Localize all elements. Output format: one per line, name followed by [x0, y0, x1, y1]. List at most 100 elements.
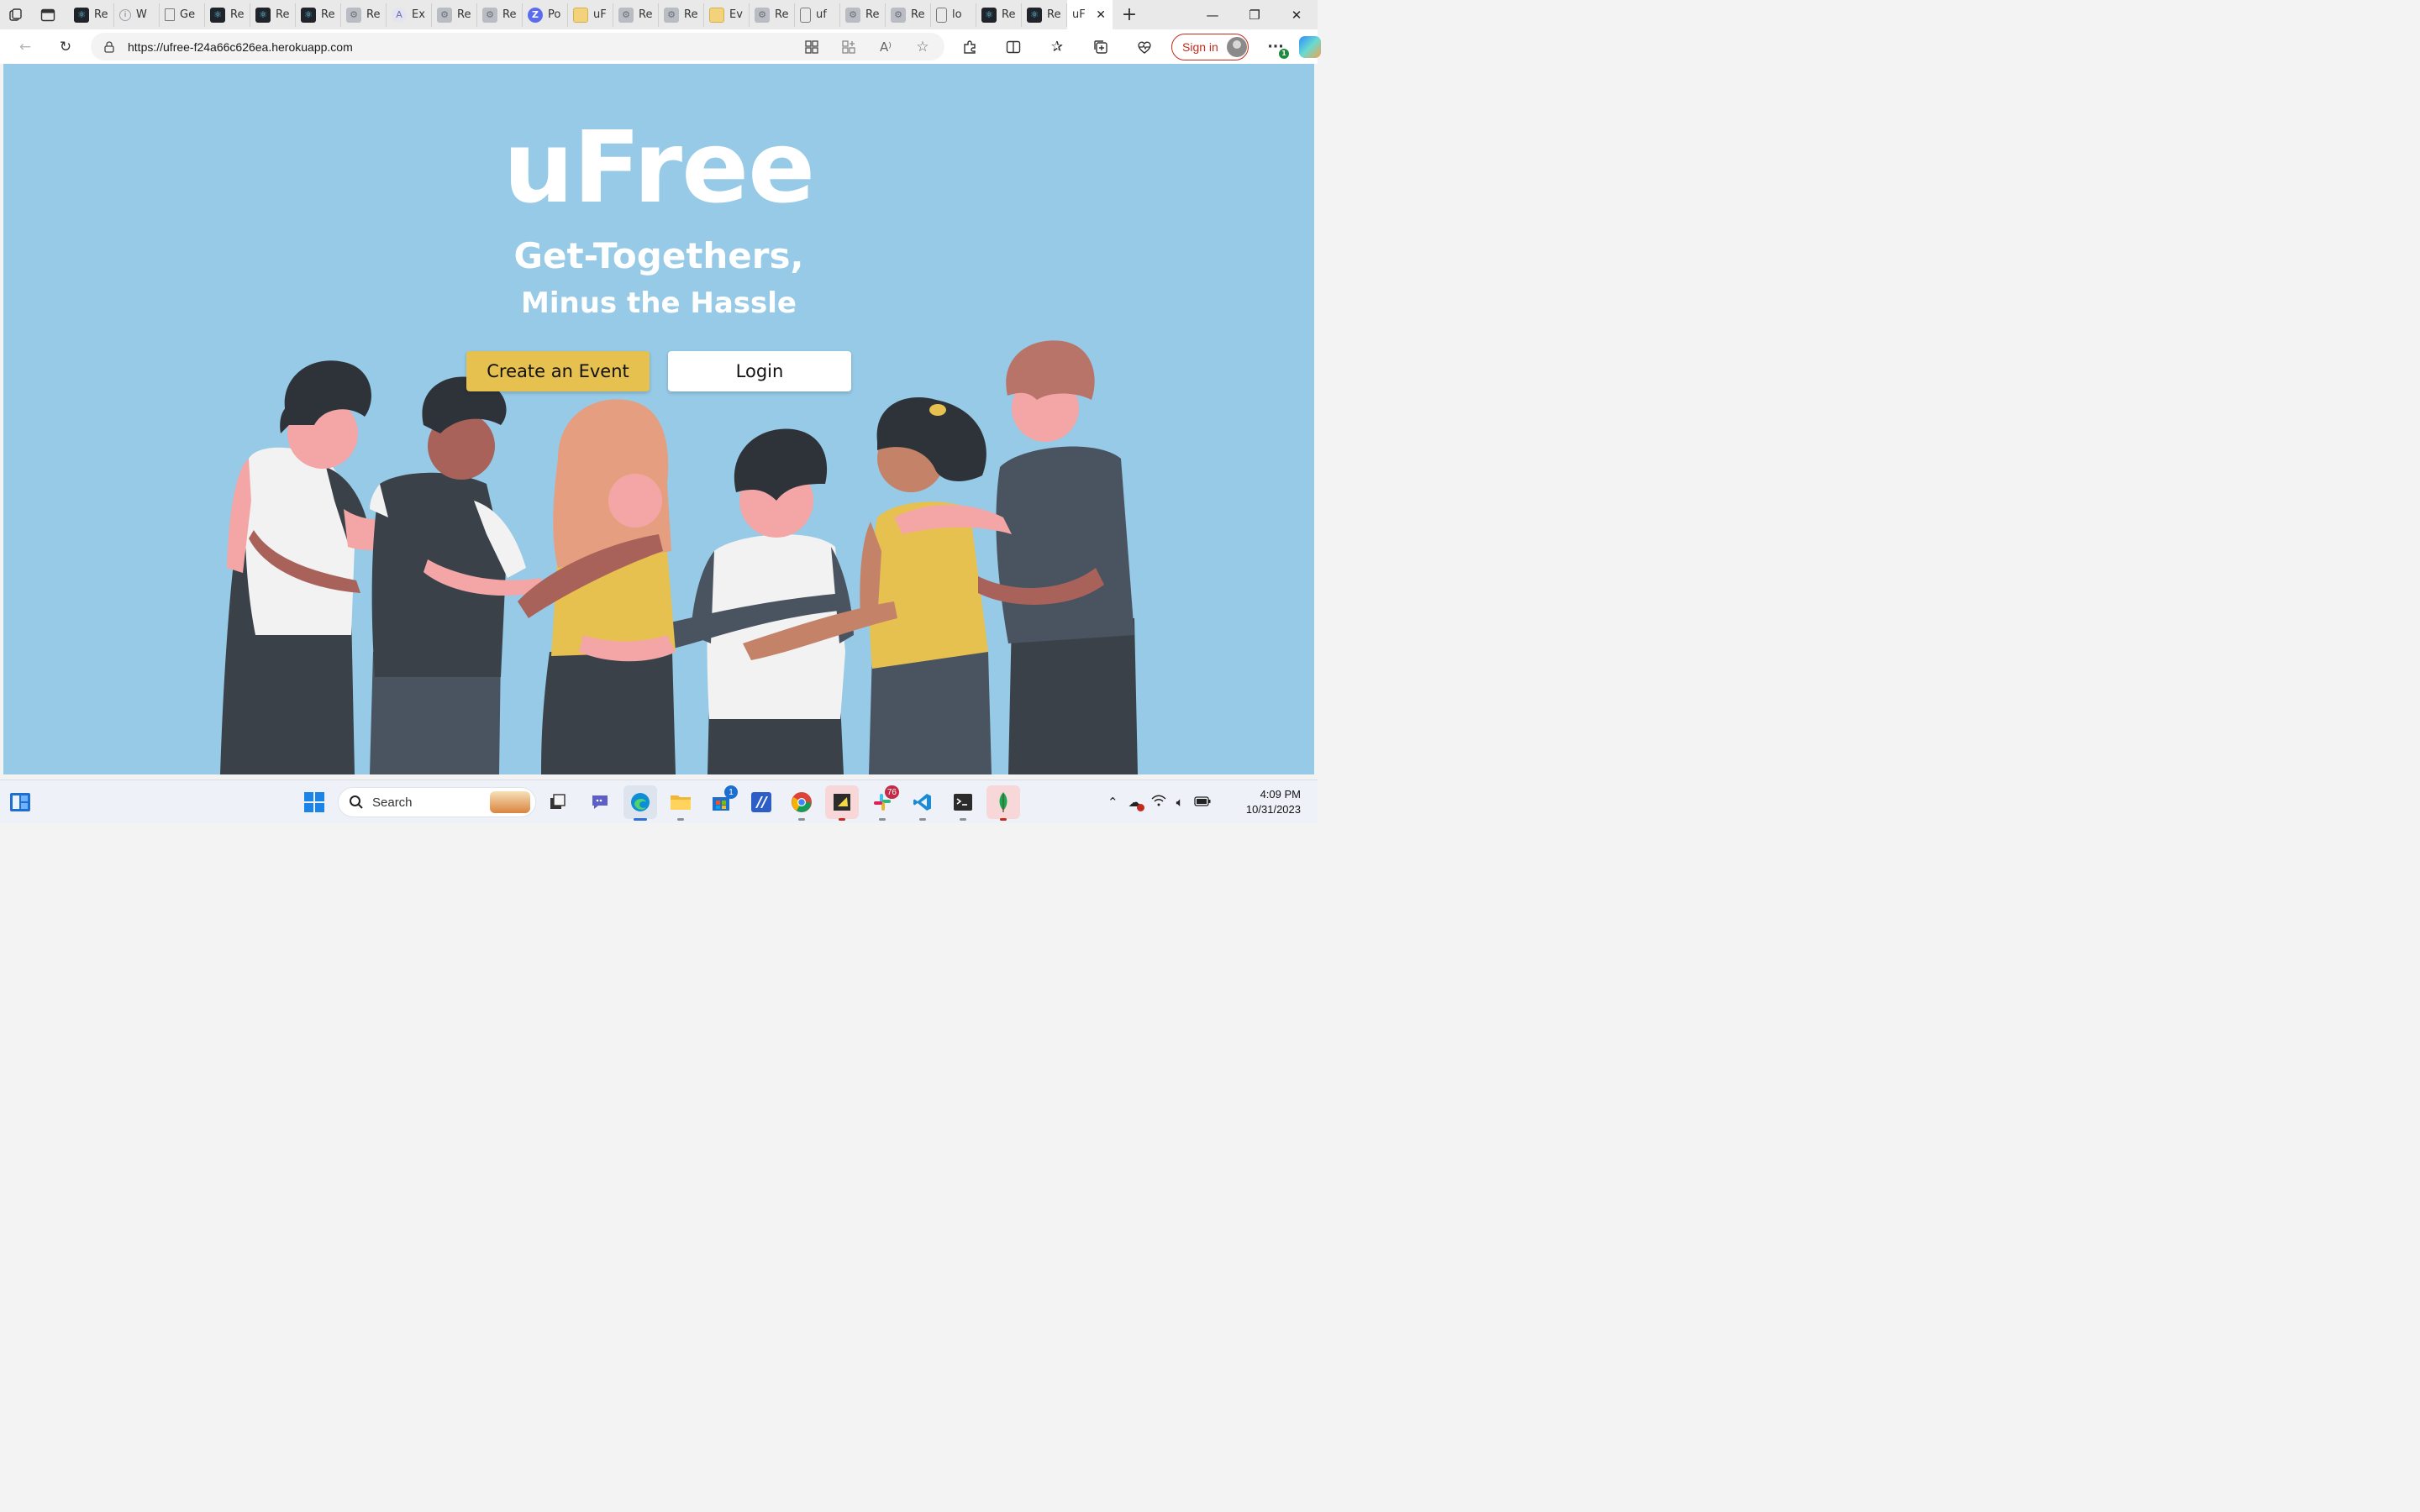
chrome-icon[interactable]: [785, 785, 818, 821]
browser-tab[interactable]: iW: [114, 3, 160, 27]
favorites-icon[interactable]: ✰: [1042, 34, 1072, 60]
tab-label: Re: [502, 8, 517, 21]
vscode-icon[interactable]: [906, 785, 939, 821]
clock-time: 4:09 PM: [1260, 788, 1301, 801]
running-indicator: [879, 818, 886, 821]
collections-icon[interactable]: [1086, 34, 1116, 60]
browser-essentials-icon[interactable]: [1129, 34, 1160, 60]
chevron-up-icon[interactable]: ⌃: [1107, 795, 1118, 810]
refresh-icon[interactable]: ↻: [50, 34, 81, 60]
teams-chat-icon[interactable]: [583, 785, 617, 819]
volume-icon[interactable]: 🔈︎: [1176, 795, 1184, 810]
start-windows-icon[interactable]: [297, 785, 331, 819]
close-window-icon[interactable]: ✕: [1276, 0, 1318, 29]
info-icon: i: [119, 8, 131, 21]
browser-tab[interactable]: ⚙ Re: [432, 3, 477, 27]
page-title: uFree: [502, 109, 815, 225]
clock[interactable]: 4:09 PM 10/31/2023: [1246, 787, 1301, 817]
vertical-tabs-icon[interactable]: [32, 0, 64, 29]
running-indicator: [677, 818, 684, 821]
address-bar[interactable]: https://ufree-f24a66c626ea.herokuapp.com…: [91, 33, 944, 60]
tab-label: Re: [321, 8, 335, 21]
browser-tab[interactable]: ⚙ Re: [840, 3, 886, 27]
wifi-icon[interactable]: [1151, 795, 1166, 810]
browser-tab[interactable]: lo: [931, 3, 976, 27]
copilot-icon[interactable]: [1299, 35, 1321, 58]
browser-tab[interactable]: ⚙ Re: [886, 3, 931, 27]
close-tab-icon[interactable]: ✕: [1096, 8, 1106, 22]
workspaces-icon[interactable]: [0, 0, 32, 29]
browser-tab[interactable]: ⚛ Re: [69, 3, 114, 27]
lock-icon[interactable]: [91, 40, 128, 53]
terminal-icon[interactable]: [946, 785, 980, 821]
minimize-icon[interactable]: —: [1192, 0, 1234, 29]
widgets-icon[interactable]: [3, 785, 37, 819]
active-tab-label: uF: [1072, 8, 1086, 21]
browser-tab[interactable]: ⚛ Re: [296, 3, 341, 27]
browser-tab[interactable]: uf: [795, 3, 840, 27]
search-placeholder: Search: [372, 795, 413, 810]
taskbar-search-box[interactable]: Search: [338, 787, 536, 817]
gear-icon: ⚙: [664, 7, 679, 23]
restore-icon[interactable]: ❐: [1234, 0, 1276, 29]
react-icon: ⚛: [1027, 7, 1042, 23]
browser-tab[interactable]: ⚛ Re: [205, 3, 250, 27]
tab-label: Re: [1047, 8, 1061, 21]
browser-tab[interactable]: ⚙ Re: [750, 3, 795, 27]
browser-tab[interactable]: Ev: [704, 3, 750, 27]
clock-date: 10/31/2023: [1245, 803, 1301, 816]
file-icon: [800, 7, 811, 23]
sign-in-button[interactable]: Sign in: [1171, 33, 1249, 60]
hero-subtitle-line-1: Get-Togethers,: [513, 235, 804, 276]
login-button[interactable]: Login: [668, 351, 851, 391]
running-indicator: [919, 818, 926, 821]
back-icon[interactable]: ←: [10, 34, 40, 60]
extensions-icon[interactable]: [955, 34, 985, 60]
favorite-star-icon[interactable]: ☆: [908, 34, 938, 60]
create-event-button[interactable]: Create an Event: [466, 351, 650, 391]
tab-label: W: [136, 8, 147, 21]
tab-label: Re: [684, 8, 698, 21]
split-screen-icon[interactable]: [998, 34, 1028, 60]
tab-label: Ex: [412, 8, 425, 21]
read-aloud-icon[interactable]: A⁾: [871, 34, 901, 60]
url-text[interactable]: https://ufree-f24a66c626ea.herokuapp.com: [128, 40, 353, 54]
browser-tab[interactable]: A Ex: [387, 3, 432, 27]
browser-tab[interactable]: ⚛ Re: [976, 3, 1022, 27]
more-menu-icon[interactable]: ···: [1260, 34, 1291, 60]
person-4: [650, 428, 854, 774]
microsoft-store-icon[interactable]: 1: [704, 785, 738, 819]
browser-tab[interactable]: ⚙ Re: [341, 3, 387, 27]
running-indicator: [839, 818, 845, 821]
new-tab-button[interactable]: +: [1113, 4, 1146, 25]
sticky-notes-icon[interactable]: [825, 785, 859, 821]
slack-icon[interactable]: 76: [865, 785, 899, 821]
gear-icon: ⚙: [482, 7, 497, 23]
browser-tab[interactable]: ⚛ Re: [250, 3, 296, 27]
browser-tab[interactable]: ⚙ Re: [659, 3, 704, 27]
folder-icon: [709, 7, 724, 23]
browser-tab-strip: ⚛ Re i W Ge ⚛ Re ⚛ Re ⚛ Re ⚙ Re A Ex ⚙ Re ⚙ Re Z Po uF ⚙ Re ⚙ Re E…: [0, 0, 1318, 29]
system-tray: ⌃ ☁ 🔈︎: [1107, 780, 1211, 824]
browser-tab[interactable]: ⚙ Re: [477, 3, 523, 27]
tab-label: Re: [775, 8, 789, 21]
onedrive-error-icon[interactable]: ☁: [1128, 795, 1144, 811]
react-icon: ⚛: [210, 7, 225, 23]
tab-ufree-active[interactable]: uF ✕: [1067, 0, 1113, 29]
app-available-icon[interactable]: [797, 34, 827, 60]
gear-icon: ⚙: [618, 7, 634, 23]
browser-tab[interactable]: uF: [568, 3, 613, 27]
battery-icon[interactable]: [1193, 795, 1211, 810]
mongodb-compass-icon[interactable]: [986, 785, 1020, 821]
running-indicator: [798, 818, 805, 821]
edge-taskbar-icon[interactable]: [623, 785, 657, 821]
browser-tab[interactable]: Z Po: [523, 3, 568, 27]
file-explorer-icon[interactable]: [664, 785, 697, 821]
apps-add-icon[interactable]: [834, 34, 864, 60]
browser-tab[interactable]: ⚙ Re: [613, 3, 659, 27]
gear-icon: ⚙: [346, 7, 361, 23]
task-view-icon[interactable]: [541, 785, 575, 819]
browser-tab[interactable]: Ge: [160, 3, 205, 27]
dev-app-icon[interactable]: [744, 785, 778, 819]
browser-tab[interactable]: ⚛ Re: [1022, 3, 1067, 27]
